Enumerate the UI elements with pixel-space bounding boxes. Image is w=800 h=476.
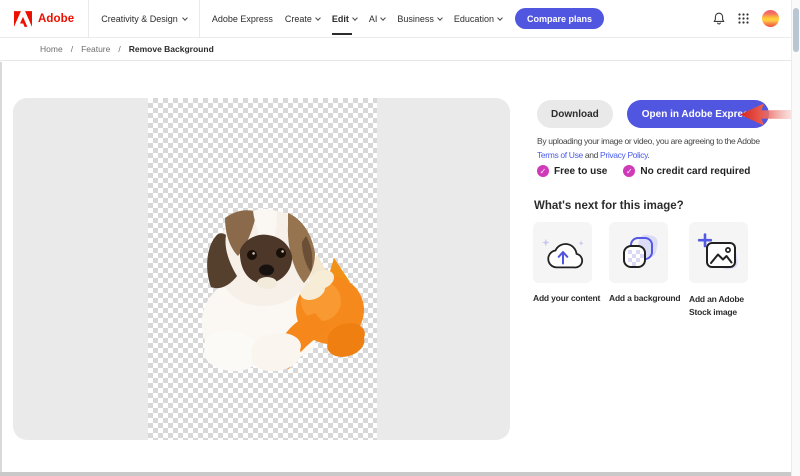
nav-item-education[interactable]: Education	[454, 0, 502, 38]
chevron-down-icon	[437, 15, 443, 21]
notification-bell-icon[interactable]	[712, 12, 725, 25]
checkmark-icon: ✓	[623, 165, 635, 177]
nav-item-business[interactable]: Business	[397, 0, 442, 38]
add-adobe-stock-image-tile[interactable]	[689, 222, 748, 283]
chevron-down-icon	[315, 15, 321, 21]
badge-no-credit-card: ✓ No credit card required	[623, 165, 750, 177]
download-button[interactable]: Download	[537, 100, 613, 128]
whats-next-tiles: Add your content	[533, 222, 748, 319]
badge-free-to-use: ✓ Free to use	[537, 165, 607, 177]
image-preview-canvas	[13, 98, 510, 440]
breadcrumb-current-remove-background: Remove Background	[129, 44, 214, 54]
adobe-logo[interactable]: Adobe	[0, 0, 88, 37]
legal-period: .	[647, 150, 649, 160]
header-utilities	[712, 10, 791, 27]
nav-label: Education	[454, 14, 494, 24]
user-avatar[interactable]	[762, 10, 779, 27]
nav-label: Adobe Express	[212, 14, 273, 24]
nav-item-ai[interactable]: AI	[369, 0, 386, 38]
checkmark-icon: ✓	[537, 165, 549, 177]
nav-item-create[interactable]: Create	[285, 0, 320, 38]
nav-label: Business	[397, 14, 434, 24]
terms-of-use-link[interactable]: Terms of Use	[537, 150, 583, 160]
chevron-down-icon	[497, 15, 503, 21]
badge-label: No credit card required	[640, 166, 750, 177]
breadcrumb-separator: /	[118, 44, 120, 54]
nav-label: Edit	[332, 14, 349, 24]
upload-legal-text: By uploading your image or video, you ar…	[537, 134, 787, 162]
add-your-content-tile[interactable]	[533, 222, 592, 283]
chevron-down-icon	[352, 15, 358, 21]
legal-line1: By uploading your image or video, you ar…	[537, 136, 760, 146]
action-buttons-row: Download Open in Adobe Express	[537, 100, 769, 128]
page-bottom-edge-line	[0, 472, 791, 476]
breadcrumb-feature[interactable]: Feature	[81, 44, 110, 54]
nav-item-edit[interactable]: Edit	[332, 0, 357, 38]
tile-label: Add a background	[609, 293, 668, 303]
nav-item-adobe-express[interactable]: Adobe Express	[212, 0, 273, 38]
legal-line2: Terms of Use and Privacy Policy.	[537, 150, 649, 160]
stock-image-icon	[697, 231, 741, 275]
chevron-down-icon	[182, 15, 188, 21]
app-launcher-grid-icon[interactable]	[737, 12, 750, 25]
breadcrumb-separator: /	[71, 44, 73, 54]
breadcrumb: Home / Feature / Remove Background	[0, 38, 791, 61]
cloud-upload-icon	[540, 233, 586, 273]
tile-group-add-adobe-stock: Add an Adobe Stock image	[689, 222, 748, 319]
tile-label: Add your content	[533, 293, 592, 303]
feature-badges-row: ✓ Free to use ✓ No credit card required	[537, 165, 750, 177]
whats-next-heading: What's next for this image?	[534, 200, 684, 212]
primary-nav: Adobe Express Create Edit AI Business Ed…	[200, 0, 502, 38]
category-menu-label: Creativity & Design	[101, 14, 178, 24]
privacy-policy-link[interactable]: Privacy Policy	[600, 150, 647, 160]
tile-group-add-your-content: Add your content	[533, 222, 592, 319]
nav-label: Create	[285, 14, 312, 24]
top-navigation-bar: Adobe Creativity & Design Adobe Express …	[0, 0, 791, 38]
add-a-background-tile[interactable]	[609, 222, 668, 283]
tile-label: Add an Adobe Stock image	[689, 293, 755, 319]
background-layers-icon	[617, 231, 661, 275]
page-left-edge-line	[0, 62, 2, 472]
nav-label: AI	[369, 14, 378, 24]
adobe-express-remove-background-page: Adobe Creativity & Design Adobe Express …	[0, 0, 800, 476]
brand-name: Adobe	[38, 13, 74, 25]
open-in-adobe-express-button[interactable]: Open in Adobe Express	[627, 100, 769, 128]
chevron-down-icon	[381, 15, 387, 21]
compare-plans-button[interactable]: Compare plans	[515, 8, 604, 29]
legal-and: and	[583, 150, 600, 160]
preview-image-puppy	[178, 198, 378, 372]
category-menu-creativity-design[interactable]: Creativity & Design	[89, 0, 199, 37]
breadcrumb-home[interactable]: Home	[40, 44, 63, 54]
vertical-scrollbar[interactable]	[791, 0, 800, 476]
adobe-logo-icon	[14, 11, 32, 27]
scrollbar-thumb[interactable]	[793, 8, 799, 52]
main-content: Download Open in Adobe Express By upload…	[0, 62, 791, 476]
tile-group-add-a-background: Add a background	[609, 222, 668, 319]
badge-label: Free to use	[554, 166, 607, 177]
